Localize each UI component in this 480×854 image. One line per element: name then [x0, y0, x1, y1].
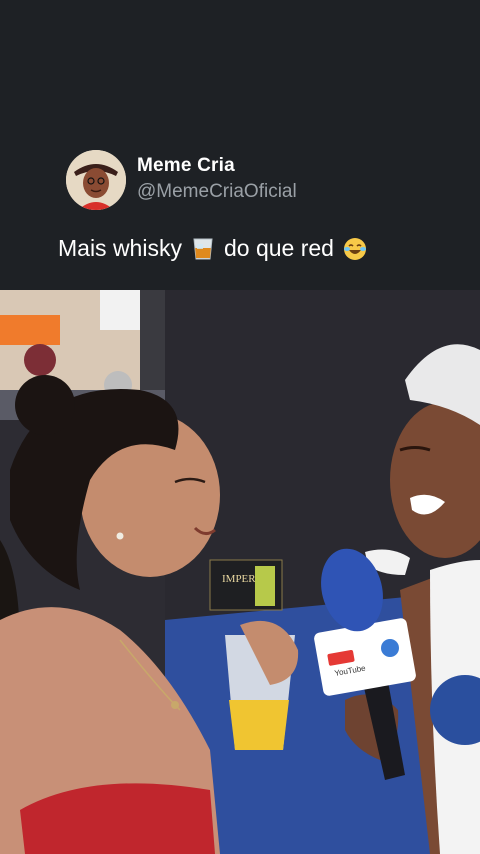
post-text-part-2: do que red: [223, 235, 334, 261]
tumbler-glass-icon: [190, 236, 216, 262]
display-name[interactable]: Meme Cria: [137, 155, 235, 177]
post-text: Mais whisky do que red: [58, 235, 376, 262]
username-handle[interactable]: @MemeCriaOficial: [137, 181, 297, 203]
avatar-cartoon-icon: [66, 150, 126, 210]
laughing-face-icon: [342, 236, 368, 262]
post-header: Meme Cria @MemeCriaOficial Mais whisky d…: [0, 0, 480, 290]
profile-avatar[interactable]: [66, 150, 126, 210]
video-scene: IMPERIO YouTube: [0, 290, 480, 854]
video-frame[interactable]: IMPERIO YouTube: [0, 290, 480, 854]
post-text-part-1: Mais whisky: [58, 235, 182, 261]
